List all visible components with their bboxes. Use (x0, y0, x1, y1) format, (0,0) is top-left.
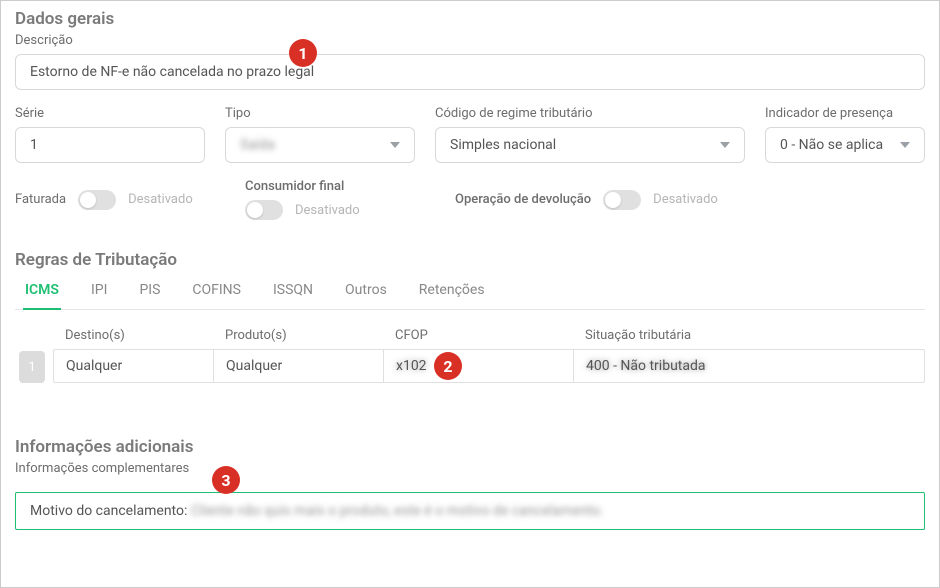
cell-cfop: x102 (384, 350, 574, 382)
select-tipo-value: Saída (240, 137, 275, 153)
tab-icms[interactable]: ICMS (23, 274, 61, 310)
chevron-down-icon (900, 142, 910, 148)
section-informacoes-adicionais: Informações adicionais Informações compl… (1, 387, 939, 486)
tab-cofins[interactable]: COFINS (190, 274, 243, 309)
status-operacao-devolucao: Desativado (653, 192, 718, 207)
status-consumidor-final: Desativado (295, 203, 360, 218)
tab-retencoes[interactable]: Retenções (417, 274, 487, 309)
label-tipo: Tipo (225, 106, 415, 121)
rule-table: 1 Destino(s) Produto(s) CFOP Situação tr… (15, 324, 925, 383)
toggle-faturada[interactable] (78, 190, 116, 210)
label-presenca: Indicador de presença (765, 106, 925, 121)
tab-issqn[interactable]: ISSQN (271, 274, 315, 309)
cell-situacao: 400 - Não tributada (574, 350, 924, 382)
select-regime[interactable]: Simples nacional (435, 127, 745, 163)
chevron-down-icon (390, 142, 400, 148)
toggle-operacao-devolucao[interactable] (603, 190, 641, 210)
section-title-dados-gerais: Dados gerais (15, 9, 925, 29)
section-title-regras: Regras de Tributação (15, 250, 925, 270)
table-row[interactable]: Qualquer Qualquer x102 400 - Não tributa… (53, 349, 925, 383)
tab-ipi[interactable]: IPI (89, 274, 109, 309)
select-presenca-value: 0 - Não se aplica (780, 137, 883, 153)
label-regime: Código de regime tributário (435, 106, 745, 121)
textarea-info-complementares[interactable]: Motivo do cancelamento: Cliente não quis… (15, 492, 925, 530)
section-dados-gerais: Dados gerais Descrição Série Tipo Saída … (1, 1, 939, 232)
label-serie: Série (15, 106, 205, 121)
tab-outros[interactable]: Outros (343, 274, 389, 309)
select-regime-value: Simples nacional (450, 137, 556, 153)
col-cfop: CFOP (383, 324, 573, 349)
info-text: Cliente não quis mais o produto, este é … (191, 503, 604, 519)
section-regras-tributacao: Regras de Tributação ICMS IPI PIS COFINS… (1, 232, 939, 387)
col-produtos: Produto(s) (213, 324, 383, 349)
status-faturada: Desativado (128, 192, 193, 207)
label-faturada: Faturada (15, 192, 66, 207)
select-tipo[interactable]: Saída (225, 127, 415, 163)
toggle-consumidor-final[interactable] (245, 200, 283, 220)
input-serie[interactable] (15, 127, 205, 163)
cell-produtos: Qualquer (214, 350, 384, 382)
cell-destinos: Qualquer (54, 350, 214, 382)
rule-row-number: 1 (19, 351, 45, 383)
section-title-adicionais: Informações adicionais (15, 437, 925, 457)
col-situacao: Situação tributária (573, 324, 925, 349)
label-info-complementares: Informações complementares (15, 461, 925, 476)
label-consumidor-final: Consumidor final (245, 179, 435, 194)
col-destinos: Destino(s) (53, 324, 213, 349)
tab-pis[interactable]: PIS (137, 274, 162, 309)
label-operacao-devolucao: Operação de devolução (455, 192, 591, 207)
chevron-down-icon (720, 142, 730, 148)
tax-tabs: ICMS IPI PIS COFINS ISSQN Outros Retençõ… (15, 274, 925, 310)
info-prefix: Motivo do cancelamento: (30, 503, 191, 519)
select-presenca[interactable]: 0 - Não se aplica (765, 127, 925, 163)
input-descricao[interactable] (15, 54, 925, 90)
label-descricao: Descrição (15, 33, 925, 48)
